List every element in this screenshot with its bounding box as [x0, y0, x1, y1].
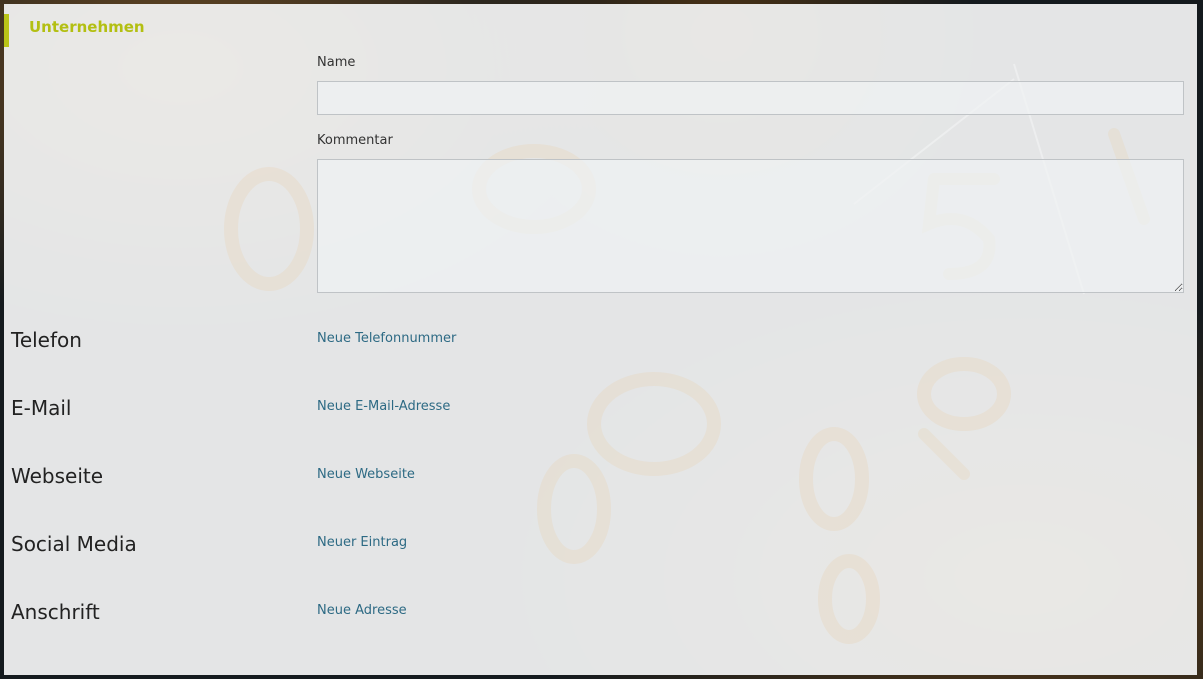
contact-panel: Unternehmen Name Kommentar Telefon Neue …: [4, 4, 1197, 675]
section-title: Unternehmen: [29, 18, 145, 36]
comment-label: Kommentar: [317, 133, 393, 148]
name-input[interactable]: [317, 81, 1184, 115]
add-email-link[interactable]: Neue E-Mail-Adresse: [317, 398, 450, 416]
add-social-media-link[interactable]: Neuer Eintrag: [317, 534, 407, 552]
phone-heading: Telefon: [11, 328, 82, 352]
add-website-link[interactable]: Neue Webseite: [317, 466, 415, 484]
email-heading: E-Mail: [11, 396, 72, 420]
comment-textarea[interactable]: [317, 159, 1184, 293]
website-heading: Webseite: [11, 464, 104, 488]
section-header: Unternehmen: [4, 14, 304, 47]
add-phone-link[interactable]: Neue Telefonnummer: [317, 330, 456, 348]
add-address-link[interactable]: Neue Adresse: [317, 602, 407, 620]
address-heading: Anschrift: [11, 600, 100, 624]
name-label: Name: [317, 55, 356, 70]
social-media-heading: Social Media: [11, 532, 137, 556]
